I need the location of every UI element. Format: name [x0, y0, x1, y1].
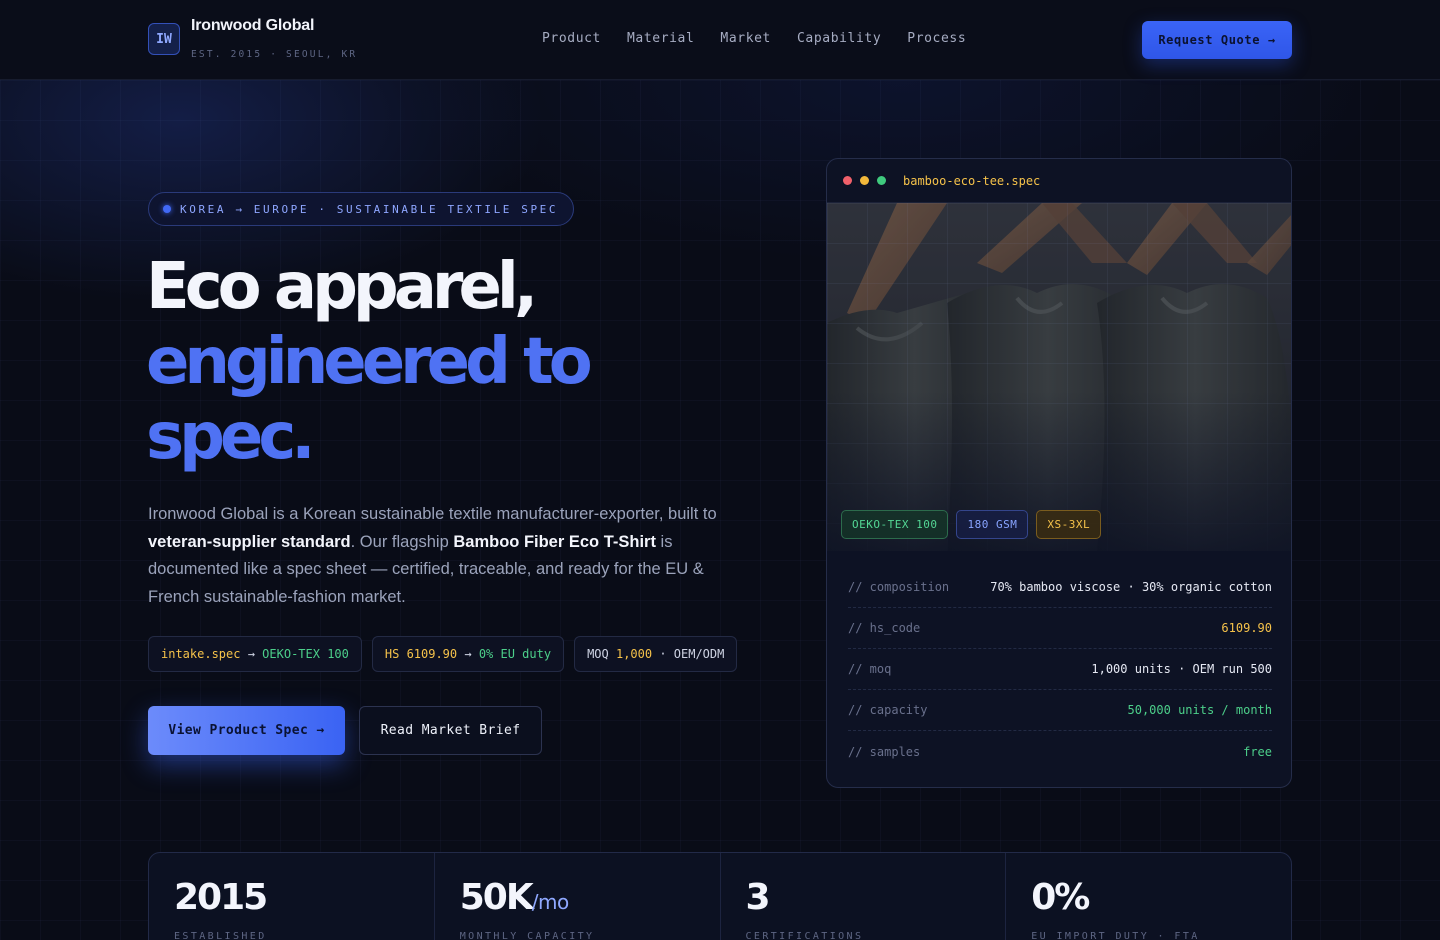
spec-value: 70% bamboo viscose · 30% organic cotton	[990, 580, 1272, 594]
badge-certification: OEKO-TEX 100	[841, 510, 949, 539]
chip-value: OEKO-TEX 100	[262, 647, 349, 661]
stat-number: 50K/mo	[460, 877, 720, 918]
chip-code: 6109.90	[406, 647, 458, 661]
hero-tagline: KOREA → EUROPE · SUSTAINABLE TEXTILE SPE…	[148, 192, 575, 226]
lead-text-1: Ironwood Global is a Korean sustainable …	[148, 505, 717, 523]
nav-capability[interactable]: Capability	[797, 31, 881, 46]
headline-line-2: engineered to	[146, 325, 593, 399]
spec-card: bamboo-eco-tee.spec OEKO-TEX 100 180 GSM…	[826, 158, 1292, 788]
spec-row-moq: // moq 1,000 units · OEM run 500	[848, 649, 1272, 690]
stat-number: 3	[746, 877, 1006, 918]
chip-arrow: →	[457, 647, 479, 661]
card-filename: bamboo-eco-tee.spec	[903, 173, 1041, 188]
spec-table: // composition 70% bamboo viscose · 30% …	[848, 567, 1272, 772]
spec-key: // samples	[848, 744, 921, 759]
chip-moq: MOQ 1,000 · OEM/ODM	[574, 636, 738, 672]
spec-row-capacity: // capacity 50,000 units / month	[848, 690, 1272, 731]
lead-bold-1: veteran-supplier standard	[148, 532, 351, 551]
stat-capacity: 50K/mo MONTHLY CAPACITY	[435, 853, 721, 940]
main-nav: Product Material Market Capability Proce…	[542, 31, 992, 46]
chip-intake: intake.spec → OEKO-TEX 100	[148, 636, 362, 672]
brand-logo[interactable]: IW	[148, 23, 180, 55]
brand-established: EST. 2015 · SEOUL, KR	[191, 49, 358, 60]
chip-value: 1,000	[615, 647, 653, 661]
spec-key: // hs_code	[848, 621, 921, 635]
hero-lead: Ironwood Global is a Korean sustainable …	[148, 501, 718, 611]
nav-market[interactable]: Market	[720, 31, 771, 46]
stat-value: 2015	[174, 877, 268, 918]
spec-key: // capacity	[848, 703, 928, 717]
stat-label: CERTIFICATIONS	[745, 931, 864, 940]
stat-established: 2015 ESTABLISHED	[149, 853, 435, 940]
spec-value: 6109.90	[1221, 621, 1272, 635]
spec-chips: intake.spec → OEKO-TEX 100 HS 6109.90 → …	[148, 636, 738, 672]
badge-weight: 180 GSM	[956, 510, 1029, 539]
spec-value: 50,000 units / month	[1127, 703, 1273, 717]
status-dot-icon	[163, 205, 171, 213]
stat-eu-duty: 0% EU IMPORT DUTY · FTA	[1006, 853, 1291, 940]
product-badges: OEKO-TEX 100 180 GSM XS-3XL	[841, 510, 1102, 539]
spec-row-samples: // samples free	[848, 731, 1272, 772]
nav-material[interactable]: Material	[627, 31, 694, 46]
stats-bar: 2015 ESTABLISHED 50K/mo MONTHLY CAPACITY…	[148, 852, 1292, 940]
nav-product[interactable]: Product	[542, 31, 601, 46]
product-photo	[827, 203, 1291, 551]
stat-value: 50K	[459, 877, 534, 918]
headline-line-1: Eco apparel,	[146, 250, 538, 324]
chip-key: MOQ	[587, 647, 616, 661]
lead-text-2: . Our flagship	[350, 532, 454, 551]
stat-label: EU IMPORT DUTY · FTA	[1031, 931, 1200, 940]
stat-value: 3	[745, 877, 771, 918]
window-close-dot-icon	[843, 176, 852, 185]
headline-line-3: spec.	[146, 400, 316, 474]
spec-key: // moq	[848, 662, 892, 676]
stat-value: 0%	[1031, 877, 1090, 918]
lead-bold-2: Bamboo Fiber Eco T-Shirt	[453, 532, 656, 551]
brand-name[interactable]: Ironwood Global	[191, 17, 314, 35]
spec-value: free	[1243, 744, 1272, 759]
tagline-text: KOREA → EUROPE · SUSTAINABLE TEXTILE SPE…	[180, 202, 559, 216]
spec-row-hs-code: // hs_code 6109.90	[848, 608, 1272, 649]
site-header: IW Ironwood Global EST. 2015 · SEOUL, KR…	[0, 0, 1440, 80]
card-titlebar: bamboo-eco-tee.spec	[827, 159, 1291, 203]
spec-key: // composition	[848, 580, 950, 594]
read-market-brief-button[interactable]: Read Market Brief	[359, 706, 542, 755]
spec-value: 1,000 units · OEM run 500	[1091, 662, 1272, 676]
stat-label: MONTHLY CAPACITY	[459, 931, 595, 940]
nav-process[interactable]: Process	[907, 31, 966, 46]
spec-row-composition: // composition 70% bamboo viscose · 30% …	[848, 567, 1272, 608]
chip-key: intake.spec	[161, 647, 241, 661]
stat-number: 0%	[1031, 877, 1291, 918]
chip-key: HS	[384, 647, 407, 661]
chip-arrow: →	[240, 647, 263, 661]
stat-number: 2015	[174, 877, 434, 918]
chip-value: 0% EU duty	[478, 647, 552, 661]
request-quote-button[interactable]: Request Quote →	[1142, 21, 1292, 59]
chip-rest: · OEM/ODM	[652, 647, 725, 661]
chip-hs-code: HS 6109.90 → 0% EU duty	[371, 636, 565, 672]
stat-label: ESTABLISHED	[174, 931, 267, 940]
badge-sizes: XS-3XL	[1036, 510, 1102, 539]
view-product-spec-button[interactable]: View Product Spec →	[148, 706, 345, 755]
window-minimize-dot-icon	[860, 176, 869, 185]
stat-certifications: 3 CERTIFICATIONS	[721, 853, 1007, 940]
stat-unit: /mo	[531, 890, 569, 914]
hero-headline: Eco apparel, engineered to spec.	[146, 250, 786, 475]
window-maximize-dot-icon	[877, 176, 886, 185]
